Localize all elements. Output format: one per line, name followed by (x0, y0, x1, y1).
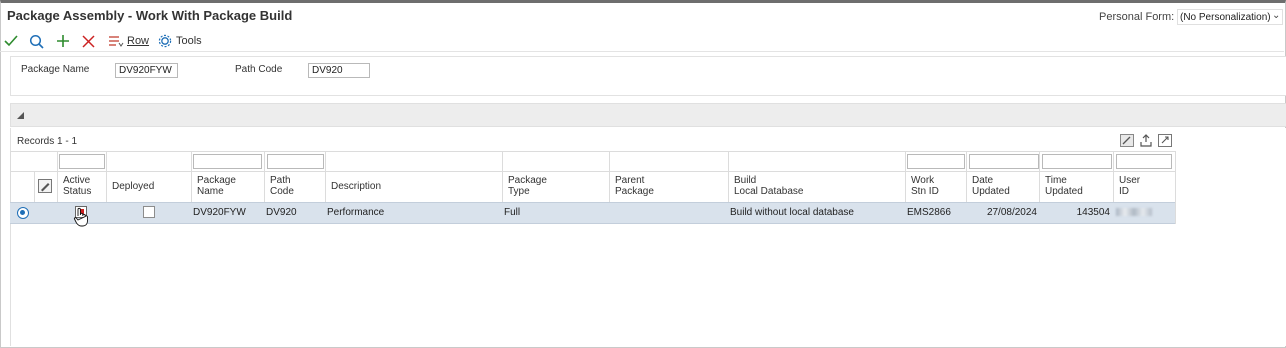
col-header-deployed[interactable]: Deployed (106, 171, 191, 202)
maximize-grid-icon[interactable] (1158, 134, 1172, 147)
row-menu-icon (109, 36, 124, 47)
tools-menu-button[interactable]: Tools (158, 33, 202, 49)
collapse-triangle-icon[interactable] (16, 111, 25, 120)
grid-right-border (1175, 151, 1176, 224)
grid-top-border (10, 151, 1175, 152)
filter-path-code[interactable] (267, 154, 324, 169)
search-icon (29, 34, 44, 49)
col-header-time-updated[interactable]: Time Updated (1039, 171, 1113, 202)
filter-work-stn-id[interactable] (907, 154, 965, 169)
filter-date-updated[interactable] (969, 154, 1039, 169)
col-header-build-local-database[interactable]: Build Local Database (728, 171, 905, 202)
ok-button[interactable] (4, 33, 18, 49)
export-icon[interactable] (1139, 134, 1153, 147)
cell-build-local-database[interactable]: Build without local database (730, 207, 854, 218)
cell-package-name[interactable]: DV920FYW (193, 207, 246, 218)
cell-path-code[interactable]: DV920 (266, 207, 297, 218)
cell-user-id-redacted[interactable] (1116, 208, 1152, 216)
query-criteria-panel (10, 56, 1286, 96)
personal-form-label: Personal Form: (1099, 11, 1175, 23)
row-select-radio[interactable] (17, 207, 29, 219)
filter-package-name[interactable] (193, 154, 262, 169)
personal-form-select[interactable]: (No Personalization) (1177, 9, 1283, 25)
path-code-field[interactable]: DV920 (308, 63, 370, 78)
filter-time-updated[interactable] (1042, 154, 1112, 169)
chevron-down-icon[interactable]: ⌄ (1272, 10, 1280, 21)
col-header-package-name[interactable]: Package Name (191, 171, 264, 202)
filter-active-status[interactable] (59, 154, 105, 169)
col-header-description[interactable]: Description (325, 171, 502, 202)
col-header-parent-package[interactable]: Parent Package (609, 171, 728, 202)
col-header-user-id[interactable]: User ID (1113, 171, 1175, 202)
close-icon (82, 34, 95, 48)
cell-description[interactable]: Performance (327, 207, 384, 218)
checkmark-icon (4, 35, 18, 47)
delete-button[interactable] (82, 33, 95, 49)
customize-grid-icon[interactable] (1120, 134, 1134, 147)
col-header-work-stn-id[interactable]: Work Stn ID (905, 171, 966, 202)
col-header-path-code[interactable]: Path Code (264, 171, 325, 202)
filter-user-id[interactable] (1116, 154, 1172, 169)
row-menu-button[interactable]: Row (108, 33, 149, 49)
page-title: Package Assembly - Work With Package Bui… (7, 8, 293, 23)
cell-date-updated[interactable]: 27/08/2024 (966, 207, 1037, 218)
col-header-active-status[interactable]: Active Status (57, 171, 106, 202)
cell-time-updated[interactable]: 143504 (1039, 207, 1110, 218)
deployed-checkbox[interactable] (143, 206, 155, 218)
grid-toolbar (1120, 134, 1172, 147)
path-code-label: Path Code (235, 64, 283, 75)
find-button[interactable] (29, 33, 44, 49)
plus-icon (57, 35, 69, 47)
grid-section-header[interactable] (10, 103, 1286, 127)
row-menu-label: Row (127, 35, 150, 47)
tools-menu-label: Tools (176, 35, 202, 47)
title-bar: Package Assembly - Work With Package Bui… (0, 0, 1284, 28)
gear-icon (158, 34, 172, 48)
col-header-package-type[interactable]: Package Type (502, 171, 609, 202)
hand-cursor-icon (73, 207, 88, 227)
package-name-field[interactable]: DV920FYW (115, 63, 178, 78)
toolbar: Row Tools (0, 30, 1284, 52)
package-name-label: Package Name (21, 64, 90, 75)
cell-package-type[interactable]: Full (504, 207, 520, 218)
grid-edit-icon[interactable] (38, 179, 52, 193)
cell-work-stn-id[interactable]: EMS2866 (907, 207, 951, 218)
col-header-date-updated[interactable]: Date Updated (966, 171, 1039, 202)
records-count: Records 1 - 1 (17, 136, 78, 147)
add-button[interactable] (56, 33, 70, 49)
